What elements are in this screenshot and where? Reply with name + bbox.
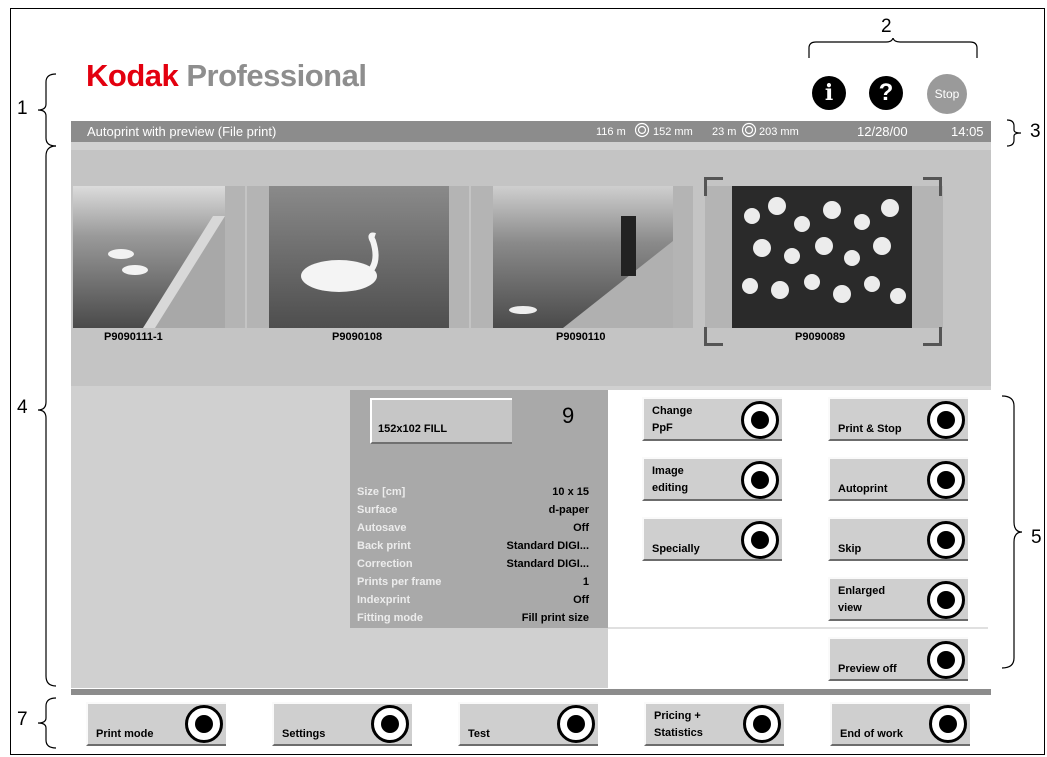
softkey-knob-icon[interactable] — [743, 705, 781, 743]
selection-corner — [923, 327, 942, 346]
info-icon[interactable]: i — [812, 76, 846, 110]
thumbnail-frame[interactable] — [73, 186, 245, 328]
setting-row: Fitting mode Fill print size — [357, 612, 589, 624]
softkey-knob-icon[interactable] — [927, 641, 965, 679]
callout-1: 1 — [17, 98, 28, 119]
paper-roll-2-width: 203 mm — [759, 126, 799, 138]
setting-row: Size [cm] 10 x 15 — [357, 486, 589, 498]
callout-3: 3 — [1030, 121, 1041, 142]
callout-7: 7 — [17, 709, 28, 730]
status-titlebar: Autoprint with preview (File print) 116 … — [71, 121, 991, 142]
paper-roll-1-length: 116 m — [596, 126, 626, 138]
selection-corner — [704, 327, 723, 346]
softkey-knob-icon[interactable] — [927, 401, 965, 439]
thumbnail-image — [493, 186, 673, 328]
thumbnail-image — [269, 186, 449, 328]
callout-4: 4 — [17, 397, 28, 418]
selection-corner — [923, 177, 942, 196]
thumbnail-label: P9090089 — [795, 331, 846, 343]
callout-brace-1 — [37, 73, 57, 147]
thumbnail-label: P9090108 — [332, 331, 383, 343]
callout-brace-3 — [1006, 119, 1022, 147]
divider — [608, 627, 988, 629]
selection-corner — [704, 177, 723, 196]
thumbnail-frame[interactable] — [471, 186, 693, 328]
softkey-knob-icon[interactable] — [185, 705, 223, 743]
setting-row: Autosave Off — [357, 522, 589, 534]
setting-row: Indexprint Off — [357, 594, 589, 606]
print-format-button[interactable]: 152x102 FILL — [370, 398, 512, 444]
softkey-knob-icon[interactable] — [927, 581, 965, 619]
thumbnail-frame-selected[interactable] — [705, 186, 943, 328]
callout-2: 2 — [881, 16, 892, 37]
softkey-knob-icon[interactable] — [927, 461, 965, 499]
date-display: 12/28/00 — [857, 124, 908, 139]
setting-row: Surface d-paper — [357, 504, 589, 516]
softkey-knob-icon[interactable] — [371, 705, 409, 743]
paper-roll-icon — [741, 122, 757, 141]
softkey-knob-icon[interactable] — [927, 521, 965, 559]
print-mode-title: Autoprint with preview (File print) — [87, 124, 277, 139]
help-icon[interactable]: ? — [869, 76, 903, 110]
softkey-knob-icon[interactable] — [929, 705, 967, 743]
setting-row: Prints per frame 1 — [357, 576, 589, 588]
callout-brace-7 — [37, 697, 57, 749]
paper-roll-1-width: 152 mm — [653, 126, 693, 138]
setting-row: Back print Standard DIGI... — [357, 540, 589, 552]
paper-roll-icon — [634, 122, 650, 141]
paper-roll-2-length: 23 m — [712, 126, 737, 138]
thumbnail-image — [732, 186, 912, 328]
stop-button[interactable]: Stop — [927, 74, 967, 114]
softkey-knob-icon[interactable] — [741, 401, 779, 439]
thumbnail-frame[interactable] — [247, 186, 469, 328]
thumbnail-image — [73, 186, 225, 328]
thumbnail-label: P9090110 — [556, 331, 606, 343]
callout-5: 5 — [1031, 527, 1042, 548]
softkey-knob-icon[interactable] — [741, 461, 779, 499]
callout-brace-4 — [37, 145, 57, 687]
time-display: 14:05 — [951, 124, 984, 139]
softkey-knob-icon[interactable] — [557, 705, 595, 743]
callout-brace-2 — [808, 38, 978, 58]
callout-brace-5 — [1001, 395, 1023, 669]
kodak-professional-logo: Kodak Professional — [86, 58, 367, 93]
softkey-knob-icon[interactable] — [741, 521, 779, 559]
thumbnail-label: P9090111-1 — [104, 331, 163, 343]
setting-row: Correction Standard DIGI... — [357, 558, 589, 570]
callout-9: 9 — [562, 403, 575, 428]
